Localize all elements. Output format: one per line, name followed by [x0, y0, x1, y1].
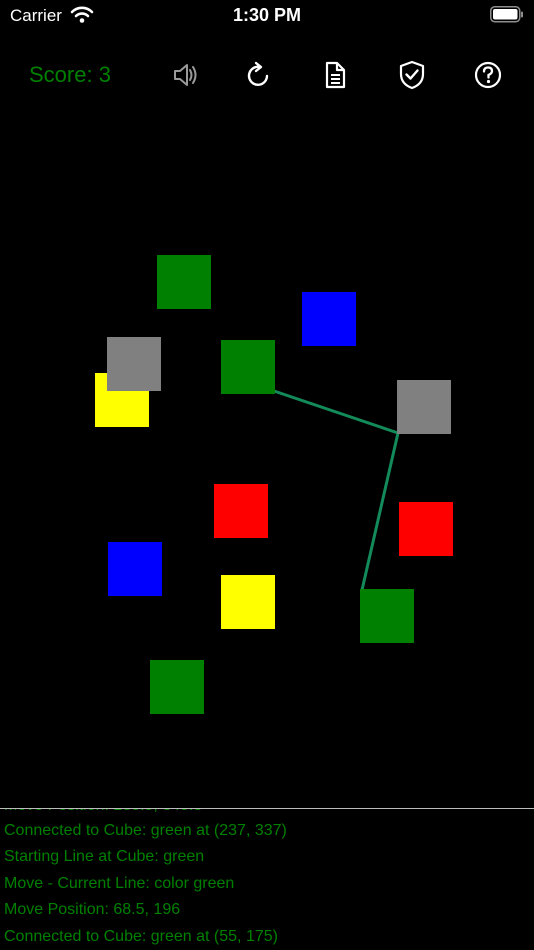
privacy-button[interactable] — [395, 58, 429, 92]
clock: 1:30 PM — [232, 5, 302, 25]
sound-button[interactable] — [168, 58, 202, 92]
cube-yellow[interactable] — [221, 575, 275, 629]
cube-green[interactable] — [221, 340, 275, 394]
log-line: Starting Line at Cube: green — [4, 848, 205, 865]
connection-line — [273, 389, 400, 591]
cube-blue[interactable] — [108, 542, 162, 596]
log-line: Move Position: 68.5, 196 — [4, 901, 181, 918]
refresh-icon — [247, 61, 269, 86]
cube-gray[interactable] — [397, 380, 451, 434]
cube-green[interactable] — [360, 589, 414, 643]
game-board[interactable] — [0, 120, 534, 800]
score-label: Score: 3 — [29, 62, 111, 87]
question-circle-icon — [474, 61, 502, 89]
cube-green[interactable] — [150, 660, 204, 714]
cube-red[interactable] — [214, 484, 268, 538]
speaker-icon — [174, 64, 197, 86]
log-line: Connected to Cube: green at (237, 337) — [4, 821, 287, 839]
connection-lines — [273, 389, 400, 591]
restart-button[interactable] — [242, 58, 276, 92]
toolbar: Score: 3 — [0, 55, 534, 95]
document-icon — [325, 61, 346, 89]
cube-red[interactable] — [399, 502, 453, 556]
cube-gray[interactable] — [107, 337, 161, 391]
cube-green[interactable] — [157, 255, 211, 309]
document-button[interactable] — [318, 58, 352, 92]
log-line: Move - Current Line: color green — [4, 874, 235, 892]
log-line: Connected to Cube: green at (55, 175) — [4, 927, 278, 945]
shield-check-icon — [399, 60, 425, 90]
status-bar: Carrier 1:30 PM — [0, 0, 534, 32]
cube-blue[interactable] — [302, 292, 356, 346]
debug-log[interactable]: Move Position: 238.5, 345.5 Connected to… — [0, 809, 534, 950]
help-button[interactable] — [471, 58, 505, 92]
battery-icon — [490, 6, 524, 23]
